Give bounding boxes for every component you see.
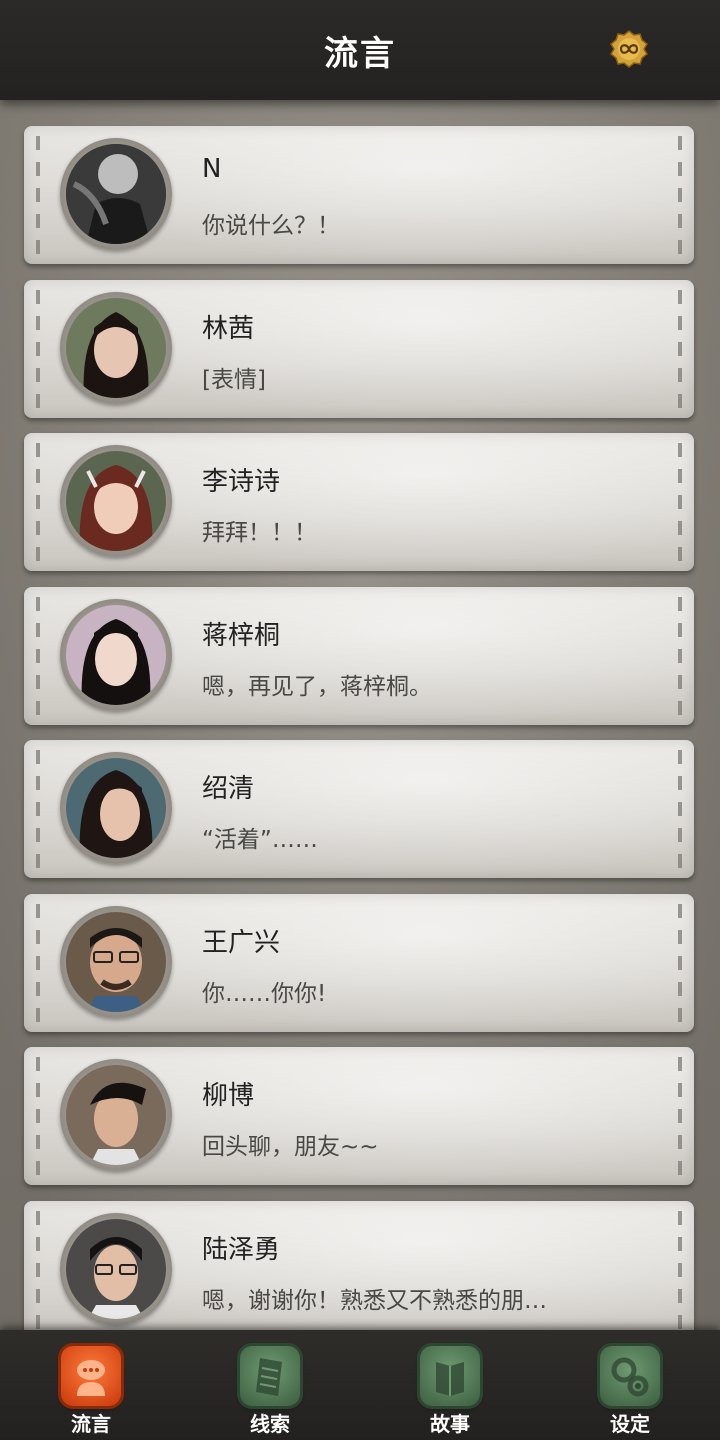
- stitch-decoration: [678, 1211, 682, 1329]
- last-message: “活着”……: [202, 827, 318, 853]
- top-bar: 流言: [0, 0, 720, 100]
- last-message: 拜拜！！！: [202, 520, 317, 546]
- avatar-frame: [60, 752, 172, 864]
- conversation-item[interactable]: N 你说什么？！: [24, 126, 694, 264]
- tab-label: 流言: [71, 1412, 111, 1436]
- bottom-tab-bar: 流言 线索 故事 设定: [0, 1330, 720, 1440]
- stitch-decoration: [36, 1211, 40, 1329]
- avatar: [66, 758, 166, 858]
- avatar: [66, 1065, 166, 1165]
- contact-name: 王广兴: [202, 928, 281, 958]
- avatar-frame: [60, 292, 172, 404]
- gear-icon: [600, 1346, 660, 1406]
- avatar-frame: [60, 1059, 172, 1171]
- stitch-decoration: [36, 443, 40, 561]
- stitch-decoration: [678, 290, 682, 408]
- last-message: [表情]: [202, 367, 266, 393]
- avatar: [66, 605, 166, 705]
- contact-name: 柳博: [202, 1081, 255, 1111]
- contact-name: 绍清: [202, 774, 255, 804]
- last-message: 你……你你!: [202, 981, 327, 1007]
- avatar-frame: [60, 599, 172, 711]
- tab-settings[interactable]: 设定: [570, 1330, 690, 1440]
- conversation-item[interactable]: 绍清 “活着”……: [24, 740, 694, 878]
- conversation-item[interactable]: 陆泽勇 嗯，谢谢你！熟悉又不熟悉的朋…: [24, 1201, 694, 1330]
- avatar-frame: [60, 1213, 172, 1325]
- conversation-item[interactable]: 李诗诗 拜拜！！！: [24, 433, 694, 571]
- tab-rumors[interactable]: 流言: [31, 1330, 151, 1440]
- last-message: 你说什么？！: [202, 213, 340, 239]
- stitch-decoration: [678, 597, 682, 715]
- avatar-frame: [60, 138, 172, 250]
- stitch-decoration: [678, 750, 682, 868]
- conversation-item[interactable]: 林茜 [表情]: [24, 280, 694, 418]
- avatar-frame: [60, 906, 172, 1018]
- stitch-decoration: [678, 904, 682, 1022]
- conversation-item[interactable]: 王广兴 你……你你!: [24, 894, 694, 1032]
- infinity-coin-icon[interactable]: [610, 30, 648, 68]
- contact-name: 蒋梓桐: [202, 621, 281, 651]
- avatar: [66, 451, 166, 551]
- stitch-decoration: [36, 290, 40, 408]
- book-icon: [420, 1346, 480, 1406]
- notes-icon: [240, 1346, 300, 1406]
- conversation-item[interactable]: 蒋梓桐 嗯，再见了，蒋梓桐。: [24, 587, 694, 725]
- chat-icon: [61, 1346, 121, 1406]
- conversation-item[interactable]: 柳博 回头聊，朋友~~: [24, 1047, 694, 1185]
- contact-name: N: [202, 154, 222, 184]
- tab-label: 线索: [250, 1412, 290, 1436]
- conversation-list[interactable]: N 你说什么？！ 林茜 [表情] 李诗诗 拜拜！！！ 蒋梓桐 嗯，再见了，蒋梓桐…: [0, 0, 720, 1330]
- stitch-decoration: [678, 136, 682, 254]
- tab-story[interactable]: 故事: [390, 1330, 510, 1440]
- tab-label: 设定: [610, 1412, 650, 1436]
- stitch-decoration: [36, 136, 40, 254]
- tab-clues[interactable]: 线索: [210, 1330, 330, 1440]
- avatar: [66, 298, 166, 398]
- avatar: [66, 144, 166, 244]
- avatar: [66, 1219, 166, 1319]
- contact-name: 陆泽勇: [202, 1235, 281, 1265]
- stitch-decoration: [678, 1057, 682, 1175]
- contact-name: 林茜: [202, 314, 255, 344]
- stitch-decoration: [36, 597, 40, 715]
- contact-name: 李诗诗: [202, 467, 281, 497]
- stitch-decoration: [36, 750, 40, 868]
- tab-label: 故事: [430, 1412, 470, 1436]
- last-message: 嗯，谢谢你！熟悉又不熟悉的朋…: [202, 1288, 547, 1314]
- stitch-decoration: [678, 443, 682, 561]
- last-message: 回头聊，朋友~~: [202, 1134, 379, 1160]
- stitch-decoration: [36, 1057, 40, 1175]
- avatar: [66, 912, 166, 1012]
- last-message: 嗯，再见了，蒋梓桐。: [202, 674, 432, 700]
- avatar-frame: [60, 445, 172, 557]
- stitch-decoration: [36, 904, 40, 1022]
